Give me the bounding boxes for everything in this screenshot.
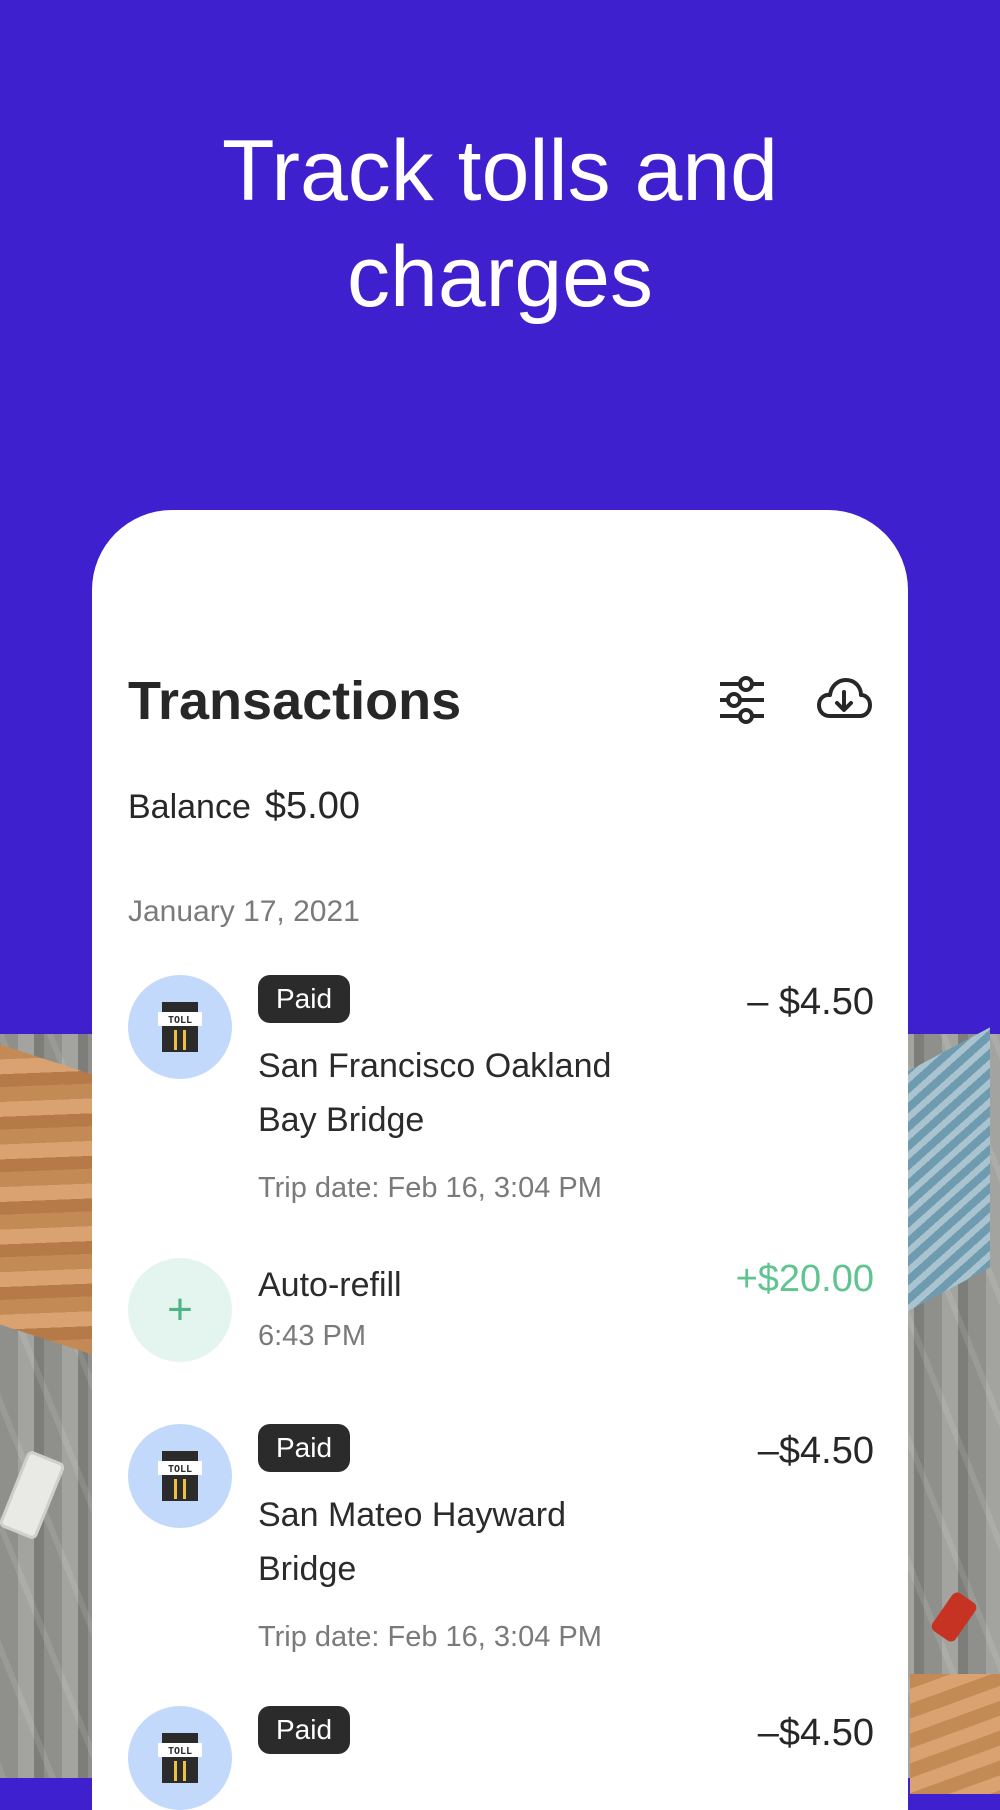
toll-sign-text: TOLL	[168, 1464, 192, 1475]
status-badge: Paid	[258, 975, 351, 1023]
date-header: January 17, 2021	[128, 895, 360, 928]
transaction-name: Auto-refill	[258, 1266, 402, 1304]
cloud-download-icon	[817, 678, 872, 718]
filter-button[interactable]	[714, 672, 770, 728]
download-button[interactable]	[816, 672, 872, 728]
balance-label: Balance	[128, 788, 251, 826]
transaction-amount: – $4.50	[747, 981, 874, 1023]
sliders-icon	[720, 676, 764, 724]
toll-sign-text: TOLL	[168, 1746, 192, 1757]
transaction-row[interactable]: + Auto-refill 6:43 PM +$20.00	[128, 1258, 874, 1368]
transaction-row[interactable]: TOLL Paid San Mateo Hayward Bridge Trip …	[128, 1424, 874, 1653]
transaction-trip-date: Trip date: Feb 16, 3:04 PM	[258, 1172, 602, 1204]
toll-sign-text: TOLL	[168, 1015, 192, 1026]
status-badge: Paid	[258, 1706, 351, 1754]
transactions-title: Transactions	[128, 671, 462, 731]
transaction-row[interactable]: TOLL Paid –$4.50	[128, 1706, 874, 1810]
balance-value: $5.00	[264, 785, 360, 827]
transaction-amount: +$20.00	[735, 1258, 874, 1300]
transaction-row[interactable]: TOLL Paid San Francisco Oakland Bay Brid…	[128, 975, 874, 1204]
transaction-amount: –$4.50	[757, 1712, 874, 1754]
toll-icon: TOLL	[128, 1706, 232, 1810]
transactions-card: Transactions Balance $5.00 January 17, 20…	[92, 510, 908, 1810]
plus-icon: +	[128, 1258, 232, 1362]
toll-icon: TOLL	[128, 1424, 232, 1528]
transaction-amount: –$4.50	[757, 1430, 874, 1472]
transaction-trip-date: Trip date: Feb 16, 3:04 PM	[258, 1621, 602, 1653]
transaction-name: San Mateo Hayward Bridge	[258, 1496, 567, 1588]
status-badge: Paid	[258, 1424, 351, 1472]
balance-row: Balance $5.00	[128, 785, 360, 828]
transaction-time: 6:43 PM	[258, 1320, 366, 1352]
hero-title-line-2: charges	[347, 229, 653, 325]
hero-title-line-1: Track tolls and	[221, 123, 779, 219]
transaction-name: San Francisco Oakland Bay Bridge	[258, 1047, 612, 1139]
toll-icon: TOLL	[128, 975, 232, 1079]
hero-title: Track tolls and charges	[0, 118, 1000, 330]
